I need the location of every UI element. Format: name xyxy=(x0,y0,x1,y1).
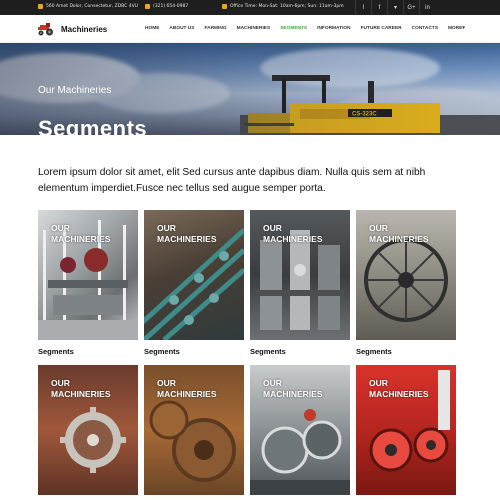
logo[interactable]: Machineries xyxy=(36,22,107,36)
segment-image[interactable]: OUR MACHINERIES xyxy=(250,210,350,340)
site-header: Machineries HOME ABOUT US FARMING MACHIN… xyxy=(0,15,500,43)
segment-tag: OUR MACHINERIES xyxy=(157,223,217,244)
phone-text: (321) 654-0987 xyxy=(153,4,189,9)
segment-image[interactable]: OUR MACHINERIES xyxy=(38,365,138,495)
segment-image[interactable]: OUR MACHINERIES xyxy=(356,365,456,495)
segment-caption[interactable]: Segments xyxy=(144,347,244,356)
segment-tag: OUR MACHINERIES xyxy=(157,378,217,399)
social-links: ⌇ f ▾ G+ in xyxy=(355,0,435,15)
hours-text: Office Time: Mon-Sat: 10am-6pm; Sun: 11a… xyxy=(230,4,344,9)
brand-name: Machineries xyxy=(61,24,108,34)
segment-tag: OUR MACHINERIES xyxy=(263,378,323,399)
twitter-icon[interactable]: ▾ xyxy=(387,0,403,15)
banner-subtitle: Our Machineries xyxy=(38,85,112,96)
nav-information[interactable]: INFORMATION xyxy=(317,26,350,31)
segment-card[interactable]: OUR MACHINERIES xyxy=(144,365,244,495)
segment-card[interactable]: OUR MACHINERIES Segments xyxy=(356,210,456,356)
nav-more-dropdown[interactable]: MORE▾ xyxy=(448,26,465,31)
segment-tag: OUR MACHINERIES xyxy=(369,378,429,399)
segment-tag: OUR MACHINERIES xyxy=(51,378,111,399)
facebook-icon[interactable]: f xyxy=(371,0,387,15)
segment-card[interactable]: OUR MACHINERIES xyxy=(250,365,350,495)
segment-card[interactable]: OUR MACHINERIES Segments xyxy=(38,210,138,356)
segment-image[interactable]: OUR MACHINERIES xyxy=(144,365,244,495)
nav-machineries[interactable]: MACHINERIES xyxy=(237,26,271,31)
segment-caption[interactable]: Segments xyxy=(250,347,350,356)
location-icon xyxy=(38,4,43,9)
hours-info: Office Time: Mon-Sat: 10am-6pm; Sun: 11a… xyxy=(222,4,344,9)
segment-image[interactable]: OUR MACHINERIES xyxy=(250,365,350,495)
nav-contacts[interactable]: CONTACTS xyxy=(412,26,438,31)
nav-segments[interactable]: SEGMENTS xyxy=(280,26,307,31)
page-title: Segments xyxy=(38,116,148,135)
clock-icon xyxy=(222,4,227,9)
top-bar: 560 Amet Dolor, Consectetur, ZDBC 4VU (3… xyxy=(0,0,500,15)
rss-icon[interactable]: ⌇ xyxy=(355,0,371,15)
segment-card[interactable]: OUR MACHINERIES Segments xyxy=(144,210,244,356)
nav-about-us[interactable]: ABOUT US xyxy=(169,26,194,31)
segment-image[interactable]: OUR MACHINERIES xyxy=(356,210,456,340)
nav-future-career[interactable]: FUTURE CAREER xyxy=(361,26,402,31)
address-info: 560 Amet Dolor, Consectetur, ZDBC 4VU xyxy=(38,4,138,9)
segment-tag: OUR MACHINERIES xyxy=(369,223,429,244)
intro-text: Lorem ipsum dolor sit amet, elit Sed cur… xyxy=(38,167,426,194)
segment-caption[interactable]: Segments xyxy=(38,347,138,356)
nav-home[interactable]: HOME xyxy=(145,26,159,31)
segment-card[interactable]: OUR MACHINERIES xyxy=(38,365,138,495)
address-text: 560 Amet Dolor, Consectetur, ZDBC 4VU xyxy=(46,4,138,9)
google-plus-icon[interactable]: G+ xyxy=(403,0,419,15)
segment-image[interactable]: OUR MACHINERIES xyxy=(144,210,244,340)
segment-card[interactable]: OUR MACHINERIES Segments xyxy=(250,210,350,356)
segment-card[interactable]: OUR MACHINERIES xyxy=(356,365,456,495)
linkedin-icon[interactable]: in xyxy=(419,0,435,15)
tractor-logo-icon xyxy=(38,23,53,36)
segment-tag: OUR MACHINERIES xyxy=(263,223,323,244)
phone-info: (321) 654-0987 xyxy=(145,4,188,9)
page-banner: CS-323C Our Machineries Segments xyxy=(0,43,500,135)
segment-tag: OUR MACHINERIES xyxy=(51,223,111,244)
phone-icon xyxy=(145,4,150,9)
segment-image[interactable]: OUR MACHINERIES xyxy=(38,210,138,340)
main-nav: HOME ABOUT US FARMING MACHINERIES SEGMEN… xyxy=(145,26,465,31)
nav-farming[interactable]: FARMING xyxy=(204,26,226,31)
segment-caption[interactable]: Segments xyxy=(356,347,456,356)
